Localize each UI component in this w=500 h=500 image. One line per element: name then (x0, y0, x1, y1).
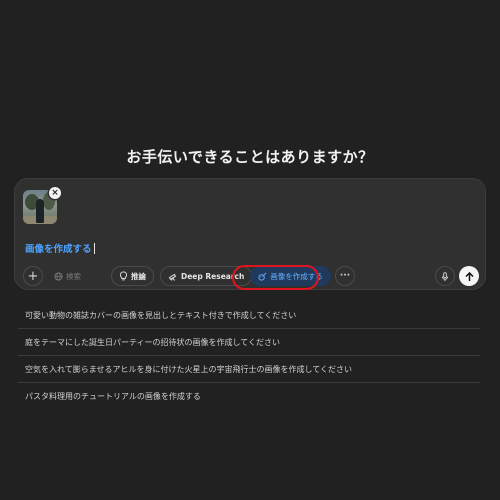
suggestion-item[interactable]: パスタ料理用のチュートリアルの画像を作成する (18, 383, 480, 410)
suggestion-item[interactable]: 空気を入れて膨らませるアヒルを身に付けた火星上の宇宙飛行士の画像を作成してくださ… (18, 356, 480, 383)
highlight-ring (232, 265, 319, 290)
microphone-button[interactable] (435, 266, 455, 286)
more-icon: ··· (339, 271, 351, 281)
send-button[interactable] (459, 266, 479, 286)
page-headline: お手伝いできることはありますか？ (126, 148, 374, 166)
telescope-icon (168, 271, 178, 281)
prompt-text: 画像を作成する (25, 244, 92, 255)
person-figure (36, 199, 44, 223)
reason-label: 推論 (131, 271, 146, 281)
remove-attachment-button[interactable]: × (49, 187, 61, 199)
add-button[interactable]: + (23, 266, 43, 286)
suggestion-item[interactable]: 可愛い動物の雑誌カバーの画像を見出しとテキスト付きで作成してください (18, 302, 480, 329)
suggestion-item[interactable]: 庭をテーマにした誕生日パーティーの招待状の画像を作成してください (18, 329, 480, 356)
plus-icon: + (27, 268, 39, 284)
search-button[interactable]: 検索 (47, 266, 88, 286)
globe-icon (54, 271, 63, 281)
arrow-up-icon (464, 267, 474, 286)
text-caret (93, 243, 95, 254)
search-label: 検索 (66, 271, 81, 281)
more-tools-button[interactable]: ··· (335, 266, 355, 286)
suggestion-list: 可愛い動物の雑誌カバーの画像を見出しとテキスト付きで作成してください 庭をテーマ… (18, 302, 480, 410)
reason-button[interactable]: 推論 (111, 266, 154, 286)
prompt-input[interactable]: 画像を作成する (25, 241, 95, 255)
lightbulb-icon (119, 271, 128, 281)
microphone-icon (441, 267, 449, 286)
